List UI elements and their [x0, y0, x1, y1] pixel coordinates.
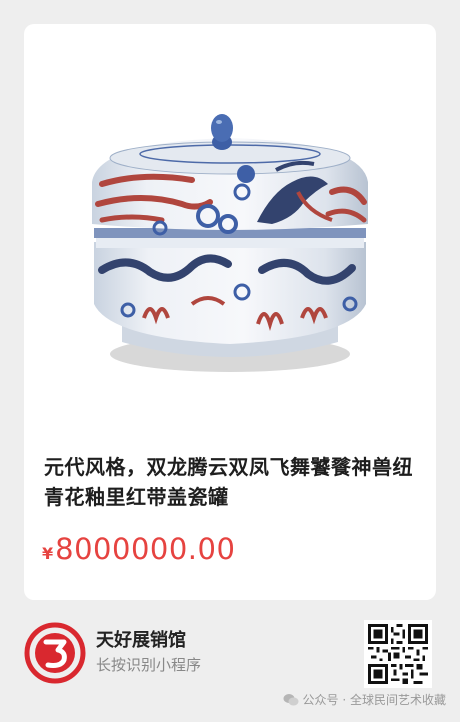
shop-name: 天好展销馆 [96, 630, 186, 651]
product-price: ¥ 8000000.00 [42, 532, 235, 566]
price-value: 8000000.00 [55, 532, 236, 566]
watermark: 公众号 · 全球民间艺术收藏 [283, 691, 446, 708]
product-title: 元代风格，双龙腾云双凤飞舞饕餮神兽纽青花釉里红带盖瓷罐 [44, 455, 413, 509]
wechat-icon [283, 693, 299, 705]
product-image[interactable] [32, 42, 428, 430]
shop-hint: 长按识别小程序 [96, 656, 202, 674]
product-card[interactable]: 元代风格，双龙腾云双凤飞舞饕餮神兽纽青花釉里红带盖瓷罐 ¥ 8000000.00 [24, 24, 436, 600]
watermark-text: 公众号 · 全球民间艺术收藏 [302, 693, 446, 707]
qr-code-icon[interactable] [364, 620, 432, 688]
miniprogram-footer[interactable]: 天好展销馆 长按识别小程序 公众号 · 全球民间艺术收藏 [0, 600, 460, 722]
price-currency-symbol: ¥ [42, 544, 54, 563]
shop-logo-icon [24, 622, 86, 684]
